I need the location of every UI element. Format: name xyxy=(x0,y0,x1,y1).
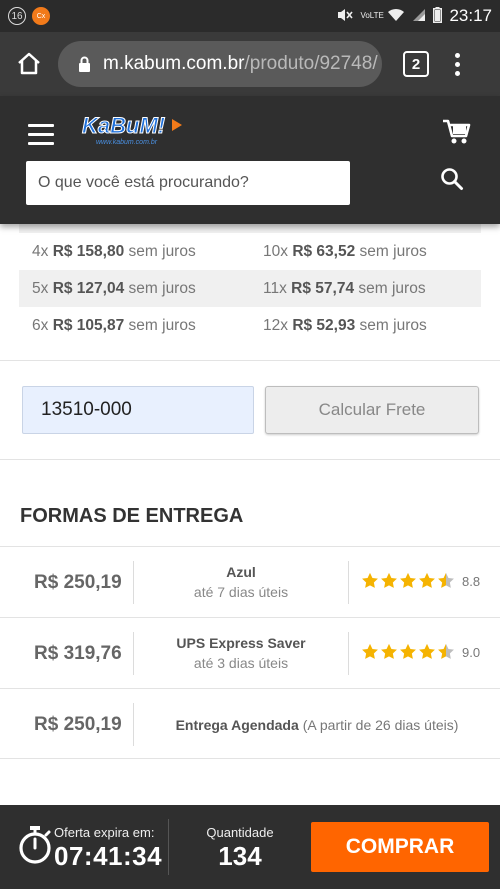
star-icon xyxy=(400,572,416,588)
battery-icon xyxy=(433,6,443,26)
signal-icon xyxy=(412,8,426,25)
installment-suffix: sem juros xyxy=(358,279,426,297)
star-icon xyxy=(438,572,454,588)
delivery-price: R$ 250,19 xyxy=(34,571,122,593)
carrier-name: UPS Express Saver xyxy=(176,635,306,651)
offer-expiry-label: Oferta expira em: xyxy=(54,825,155,840)
installment-price: R$ 127,04 xyxy=(52,279,125,297)
delivery-option[interactable]: R$ 250,19 Azul até 7 dias úteis 8.8 xyxy=(0,546,500,617)
installment-count: 10x xyxy=(263,242,288,260)
divider xyxy=(0,360,500,361)
carrier-rating: 8.8 xyxy=(361,572,480,590)
site-header: KaBuM! www.kabum.com.br xyxy=(0,96,500,224)
rating-value: 9.0 xyxy=(462,644,481,660)
buy-button[interactable]: COMPRAR xyxy=(311,822,489,872)
logo-text: KaBuM! xyxy=(82,113,165,138)
delivery-eta: até 3 dias úteis xyxy=(193,655,289,671)
offer-countdown: 07:41:34 xyxy=(54,841,163,871)
status-bar: 16 Cx VoLTE 23:17 xyxy=(0,0,500,32)
star-icon xyxy=(419,572,435,588)
installment-suffix: sem juros xyxy=(359,242,427,260)
quantity-label: Quantidade xyxy=(206,825,274,840)
hamburger-menu-icon[interactable] xyxy=(28,124,54,145)
installment-count: 11x xyxy=(263,279,287,297)
clock: 23:17 xyxy=(449,6,492,25)
url-bar[interactable]: m.kabum.com.br/produto/92748/ xyxy=(58,41,382,87)
installment-price: R$ 105,87 xyxy=(52,316,125,334)
table-row: 6x R$ 105,87 sem juros 12x R$ 52,93 sem … xyxy=(19,307,481,344)
carrier-rating: 9.0 xyxy=(361,643,480,661)
url-host: m.kabum.com.br xyxy=(103,53,245,74)
delivery-price: R$ 250,19 xyxy=(34,713,122,735)
star-icon xyxy=(362,643,378,659)
quantity-value: 134 xyxy=(218,841,262,871)
volte-icon: VoLTE xyxy=(360,11,384,20)
delivery-option[interactable]: R$ 250,19 Entrega Agendada (A partir de … xyxy=(0,688,500,759)
wifi-icon xyxy=(387,8,405,25)
browser-toolbar: m.kabum.com.br/produto/92748/ 2 xyxy=(0,32,500,96)
installment-price: R$ 52,93 xyxy=(292,316,356,334)
delivery-section-title: FORMAS DE ENTREGA xyxy=(20,505,244,527)
app-notification-icon: Cx xyxy=(32,7,50,25)
divider xyxy=(0,459,500,460)
delivery-options-list: R$ 250,19 Azul até 7 dias úteis 8.8 R$ 3… xyxy=(0,546,500,759)
kabum-logo[interactable]: KaBuM! www.kabum.com.br xyxy=(80,111,190,151)
installment-price: R$ 63,52 xyxy=(292,242,356,260)
tab-switcher-button[interactable]: 2 xyxy=(403,51,429,77)
star-icon xyxy=(438,643,454,659)
installment-suffix: sem juros xyxy=(359,316,427,334)
star-icon xyxy=(381,572,397,588)
installment-price: R$ 57,74 xyxy=(291,279,355,297)
home-icon xyxy=(18,52,40,75)
mute-icon xyxy=(337,8,354,25)
delivery-eta: até 7 dias úteis xyxy=(193,584,289,600)
calculate-shipping-button[interactable]: Calcular Frete xyxy=(265,386,479,434)
logo-sub: www.kabum.com.br xyxy=(96,139,158,146)
installment-count: 12x xyxy=(263,316,288,334)
star-icon xyxy=(419,643,435,659)
table-row: 5x R$ 127,04 sem juros 11x R$ 57,74 sem … xyxy=(19,270,481,307)
carrier-name: Entrega Agendada xyxy=(175,716,299,733)
delivery-option[interactable]: R$ 319,76 UPS Express Saver até 3 dias ú… xyxy=(0,617,500,688)
cart-icon[interactable] xyxy=(442,118,472,151)
search-input[interactable] xyxy=(26,161,350,205)
notification-count-badge: 16 xyxy=(8,7,26,25)
cep-input[interactable] xyxy=(22,386,254,434)
installment-suffix: sem juros xyxy=(128,279,196,297)
rating-value: 8.8 xyxy=(462,573,481,589)
stopwatch-icon xyxy=(18,825,52,870)
installment-count: 5x xyxy=(32,279,49,297)
star-icon xyxy=(362,572,378,588)
carrier-name: Azul xyxy=(226,564,256,580)
installment-suffix: sem juros xyxy=(128,242,196,260)
home-button[interactable] xyxy=(0,32,58,96)
star-icon xyxy=(400,643,416,659)
url-path: /produto/92748/ xyxy=(244,53,378,74)
delivery-note: (A partir de 26 dias úteis) xyxy=(302,716,459,733)
delivery-price: R$ 319,76 xyxy=(34,642,122,664)
browser-menu-button[interactable] xyxy=(455,52,460,76)
installment-price: R$ 158,80 xyxy=(52,242,125,260)
table-row: 4x R$ 158,80 sem juros 10x R$ 63,52 sem … xyxy=(19,233,481,270)
lock-icon xyxy=(78,56,91,72)
search-icon[interactable] xyxy=(440,167,464,196)
star-icon xyxy=(381,643,397,659)
installment-count: 6x xyxy=(32,316,49,334)
installment-suffix: sem juros xyxy=(128,316,196,334)
installment-count: 4x xyxy=(32,242,49,260)
